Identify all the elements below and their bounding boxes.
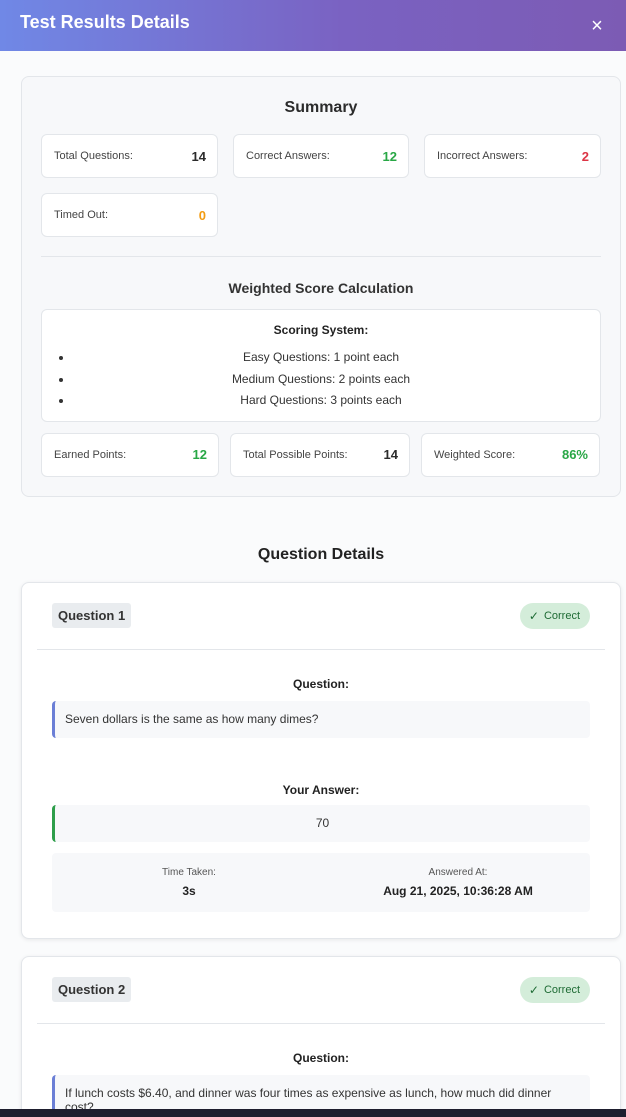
answer-text: 70 xyxy=(52,804,590,842)
question-number: Question 2 xyxy=(52,977,132,1002)
stat-label: Earned Points: xyxy=(54,448,127,461)
stat-label: Weighted Score: xyxy=(434,448,516,461)
status-badge: ✓ Correct xyxy=(519,976,590,1003)
scoring-list: Easy Questions: 1 point each Medium Ques… xyxy=(42,347,600,412)
status-label: Correct xyxy=(543,609,580,622)
scoring-item-medium: Medium Questions: 2 points each xyxy=(42,369,600,391)
stat-total-possible-points: Total Possible Points: 14 xyxy=(230,432,410,477)
answer-meta: Time Taken: 3s Answered At: Aug 21, 2025… xyxy=(52,852,590,912)
stat-value: 86% xyxy=(561,447,588,462)
stat-value: 0 xyxy=(198,207,206,223)
check-icon: ✓ xyxy=(528,608,539,623)
stat-earned-points: Earned Points: 12 xyxy=(41,432,219,477)
question-details-title: Question Details xyxy=(257,545,385,563)
stat-weighted-score: Weighted Score: 86% xyxy=(421,432,600,477)
question-card: Question 1 ✓ Correct Question: Seven dol… xyxy=(21,581,621,939)
check-icon: ✓ xyxy=(528,982,539,997)
summary-panel: Summary Total Questions: 14 Correct Answ… xyxy=(21,76,621,497)
summary-stats: Total Questions: 14 Correct Answers: 12 … xyxy=(41,134,601,237)
stat-timed-out: Timed Out: 0 xyxy=(41,193,218,237)
status-badge: ✓ Correct xyxy=(519,602,590,629)
question-text: Seven dollars is the same as how many di… xyxy=(52,700,590,738)
stat-label: Correct Answers: xyxy=(246,150,330,162)
stat-label: Timed Out: xyxy=(54,209,108,221)
stat-value: 12 xyxy=(382,148,397,164)
stat-value: 2 xyxy=(581,148,589,164)
question-label: Question: xyxy=(293,1050,349,1065)
question-card-header: Question 1 ✓ Correct xyxy=(37,583,605,650)
question-text: If lunch costs $6.40, and dinner was fou… xyxy=(52,1074,590,1109)
close-icon[interactable]: × xyxy=(586,15,608,37)
stat-incorrect-answers: Incorrect Answers: 2 xyxy=(424,134,601,178)
modal-title: Test Results Details xyxy=(20,12,190,32)
modal-header: Test Results Details × xyxy=(0,0,626,51)
stat-label: Total Possible Points: xyxy=(243,448,348,461)
scoring-item-hard: Hard Questions: 3 points each xyxy=(42,390,600,412)
stat-correct-answers: Correct Answers: 12 xyxy=(233,134,409,178)
stat-total-questions: Total Questions: 14 xyxy=(41,134,218,178)
points-stats: Earned Points: 12 Total Possible Points:… xyxy=(41,432,601,477)
answered-at: Answered At: Aug 21, 2025, 10:36:28 AM xyxy=(326,867,590,898)
scoring-system-title: Scoring System: xyxy=(273,323,369,337)
stat-value: 12 xyxy=(192,447,207,462)
summary-title: Summary xyxy=(284,99,358,116)
stat-value: 14 xyxy=(383,447,398,462)
question-number: Question 1 xyxy=(52,603,132,628)
status-label: Correct xyxy=(543,983,580,996)
answered-at-value: Aug 21, 2025, 10:36:28 AM xyxy=(383,883,533,898)
stat-label: Incorrect Answers: xyxy=(437,150,528,162)
answer-label: Your Answer: xyxy=(282,782,360,797)
scoring-system-box: Scoring System: Easy Questions: 1 point … xyxy=(41,309,601,422)
answered-at-label: Answered At: xyxy=(428,866,488,878)
weighted-score-title: Weighted Score Calculation xyxy=(228,280,414,296)
question-label: Question: xyxy=(293,676,349,691)
stat-label: Total Questions: xyxy=(54,150,133,162)
stat-value: 14 xyxy=(191,148,206,164)
divider xyxy=(41,256,601,257)
time-taken-label: Time Taken: xyxy=(162,866,216,878)
test-results-modal: Test Results Details × Summary Total Que… xyxy=(0,0,626,1109)
question-card: Question 2 ✓ Correct Question: If lunch … xyxy=(21,955,621,1109)
modal-body: Summary Total Questions: 14 Correct Answ… xyxy=(0,51,626,1109)
time-taken-value: 3s xyxy=(182,883,196,898)
question-card-header: Question 2 ✓ Correct xyxy=(37,957,605,1024)
time-taken: Time Taken: 3s xyxy=(52,867,326,898)
scoring-item-easy: Easy Questions: 1 point each xyxy=(42,347,600,369)
